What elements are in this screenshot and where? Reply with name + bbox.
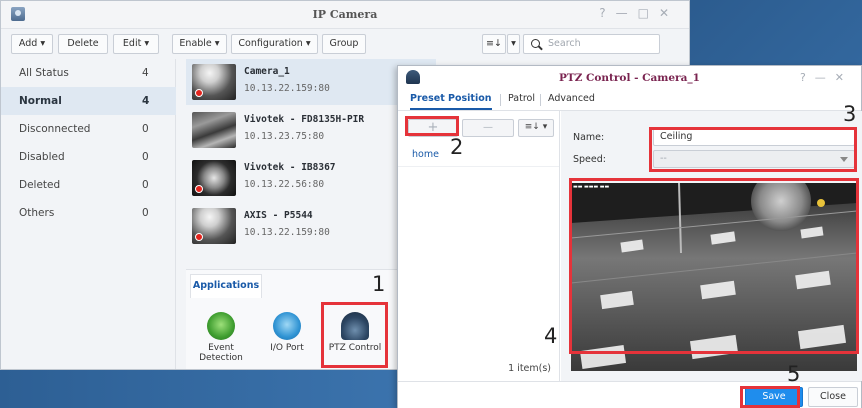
toolbar: Add ▾ Delete Edit ▾ Enable ▾ Configurati… bbox=[1, 31, 689, 57]
sidebar-item-disabled[interactable]: Disabled 0 bbox=[1, 143, 176, 171]
help-icon[interactable]: ? bbox=[599, 6, 615, 20]
titlebar: IP Camera ?—□✕ bbox=[1, 1, 689, 29]
sidebar-item-label: All Status bbox=[19, 67, 69, 79]
annotation-number-2: 2 bbox=[450, 135, 464, 159]
delete-button[interactable]: Delete bbox=[58, 34, 108, 54]
item-count: 1 item(s) bbox=[508, 363, 551, 374]
configuration-button[interactable]: Configuration ▾ bbox=[231, 34, 318, 54]
window-controls: ?—□✕ bbox=[599, 6, 679, 20]
help-icon[interactable]: ? bbox=[800, 71, 815, 84]
sidebar-item-count: 0 bbox=[142, 151, 149, 163]
remove-preset-button[interactable]: — bbox=[462, 119, 514, 137]
camera-ip: 10.13.22.159:80 bbox=[244, 227, 330, 238]
tab-patrol[interactable]: Patrol bbox=[508, 88, 535, 110]
camera-ip: 10.13.22.56:80 bbox=[244, 179, 325, 190]
camera-name: AXIS - P5544 bbox=[244, 210, 313, 221]
sidebar-item-label: Disconnected bbox=[19, 123, 91, 135]
camera-name: Vivotek - FD8135H-PIR bbox=[244, 114, 365, 125]
sidebar-item-label: Disabled bbox=[19, 151, 65, 163]
enable-button[interactable]: Enable ▾ bbox=[172, 34, 227, 54]
tab-divider bbox=[500, 94, 501, 106]
minimize-icon[interactable]: — bbox=[616, 6, 638, 20]
close-button[interactable]: Close bbox=[808, 387, 858, 407]
edit-button[interactable]: Edit ▾ bbox=[113, 34, 159, 54]
status-sidebar: All Status 4 Normal 4 Disconnected 0 Dis… bbox=[1, 59, 176, 369]
camera-thumbnail bbox=[192, 208, 236, 244]
annotation-number-1: 1 bbox=[372, 272, 386, 296]
tab-divider bbox=[540, 94, 541, 106]
app-label: I/O Port bbox=[270, 343, 304, 353]
camera-thumbnail bbox=[192, 112, 236, 148]
tab-advanced[interactable]: Advanced bbox=[548, 88, 595, 110]
dialog-title: PTZ Control - Camera_1 bbox=[559, 72, 700, 84]
sidebar-item-count: 0 bbox=[142, 123, 149, 135]
close-icon[interactable]: ✕ bbox=[835, 71, 853, 84]
camera-thumbnail bbox=[192, 64, 236, 100]
tab-preset-position[interactable]: Preset Position bbox=[410, 88, 492, 110]
dialog-window-controls: ?—✕ bbox=[800, 71, 853, 84]
recording-status-icon bbox=[195, 89, 203, 97]
close-icon[interactable]: ✕ bbox=[659, 6, 679, 20]
recording-status-icon bbox=[195, 185, 203, 193]
desktop-background bbox=[0, 365, 400, 408]
tab-applications[interactable]: Applications bbox=[190, 274, 262, 298]
highlight-name-speed bbox=[649, 127, 857, 172]
group-button[interactable]: Group bbox=[322, 34, 366, 54]
sidebar-item-label: Others bbox=[19, 207, 55, 219]
camera-ip: 10.13.22.159:80 bbox=[244, 83, 330, 94]
camera-thumbnail bbox=[192, 160, 236, 196]
highlight-add-preset bbox=[405, 116, 459, 136]
maximize-icon[interactable]: □ bbox=[638, 6, 659, 20]
annotation-number-4: 4 bbox=[544, 324, 558, 348]
sort-presets-button[interactable]: ≡↓ ▾ bbox=[518, 119, 554, 137]
annotation-number-5: 5 bbox=[787, 362, 801, 386]
highlight-video bbox=[569, 178, 859, 354]
sidebar-item-count: 4 bbox=[142, 67, 149, 79]
app-label: Event Detection bbox=[199, 343, 243, 363]
highlight-save bbox=[740, 386, 800, 408]
camera-name: Camera_1 bbox=[244, 66, 290, 77]
sidebar-item-disconnected[interactable]: Disconnected 0 bbox=[1, 115, 176, 143]
io-port-icon bbox=[273, 312, 301, 340]
event-detection-icon bbox=[207, 312, 235, 340]
sidebar-item-others[interactable]: Others 0 bbox=[1, 199, 176, 227]
event-detection-app[interactable]: Event Detection bbox=[193, 312, 249, 363]
sort-button[interactable]: ≡↓ bbox=[482, 34, 506, 54]
minimize-icon[interactable]: — bbox=[815, 71, 835, 84]
window-title: IP Camera bbox=[312, 8, 378, 21]
io-port-app[interactable]: I/O Port bbox=[259, 312, 315, 353]
sidebar-item-count: 0 bbox=[142, 207, 149, 219]
sidebar-item-deleted[interactable]: Deleted 0 bbox=[1, 171, 176, 199]
sidebar-item-all-status[interactable]: All Status 4 bbox=[1, 59, 176, 87]
camera-ip: 10.13.23.75:80 bbox=[244, 131, 325, 142]
camera-name: Vivotek - IB8367 bbox=[244, 162, 336, 173]
preset-item[interactable]: home bbox=[398, 143, 559, 167]
preset-list-pane: + — ≡↓ ▾ home 1 item(s) bbox=[398, 111, 560, 381]
annotation-number-3: 3 bbox=[843, 102, 857, 126]
sidebar-item-normal[interactable]: Normal 4 bbox=[1, 87, 176, 115]
sort-dropdown-button[interactable]: ▾ bbox=[507, 34, 520, 54]
add-button[interactable]: Add ▾ bbox=[11, 34, 53, 54]
name-label: Name: bbox=[573, 132, 605, 143]
sidebar-item-label: Normal bbox=[19, 95, 62, 107]
sidebar-item-count: 4 bbox=[142, 95, 150, 107]
sidebar-item-label: Deleted bbox=[19, 179, 61, 191]
sidebar-item-count: 0 bbox=[142, 179, 149, 191]
highlight-ptz-control bbox=[321, 302, 388, 368]
search-input[interactable]: Search bbox=[523, 34, 660, 54]
search-icon bbox=[531, 39, 540, 48]
speed-label: Speed: bbox=[573, 154, 606, 165]
recording-status-icon bbox=[195, 233, 203, 241]
